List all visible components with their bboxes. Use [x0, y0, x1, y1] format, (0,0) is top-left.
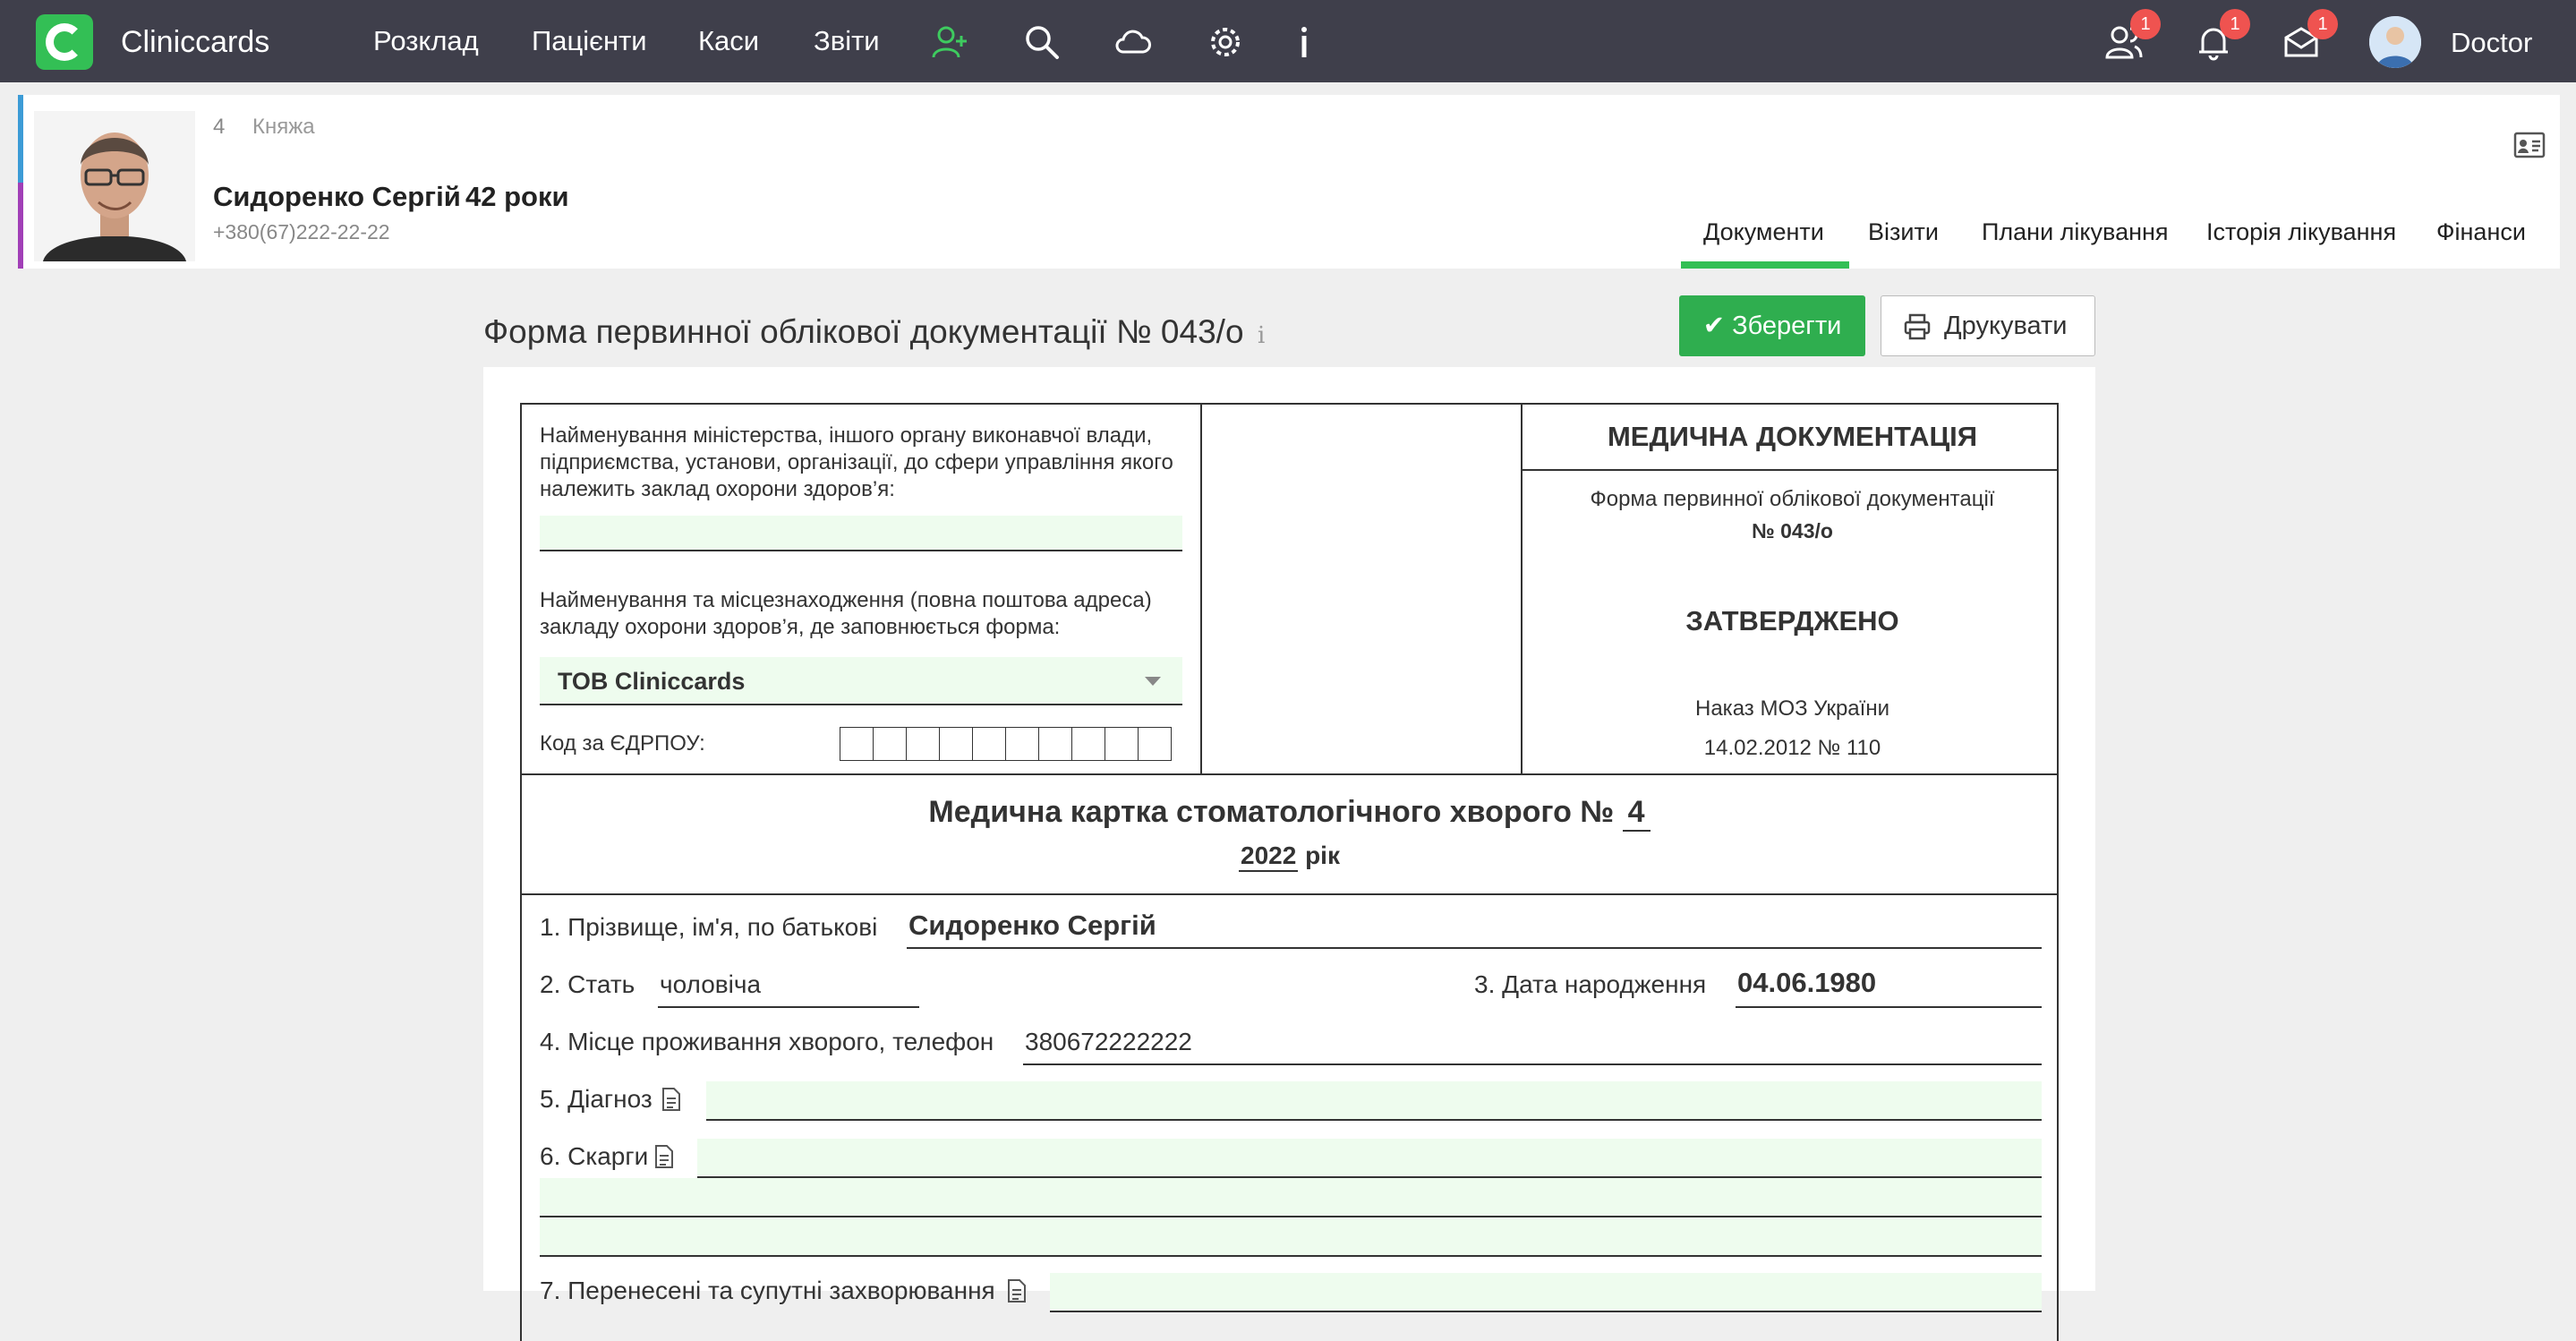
card-title-text: Медична картка стоматологічного хворого …	[928, 795, 1615, 829]
mail-icon[interactable]: 1	[2282, 9, 2338, 61]
patient-age: 42 роки	[465, 181, 569, 212]
patient-fields: 1. Прізвище, ім'я, по батькові Сидоренко…	[520, 893, 2059, 1341]
app-logo[interactable]	[36, 14, 93, 70]
medical-documentation-heading: МЕДИЧНА ДОКУМЕНТАЦІЯ	[1607, 421, 1977, 452]
save-button-label: Зберегти	[1732, 312, 1842, 340]
complaints-label: 6. Скарги	[540, 1142, 649, 1170]
tab-visits[interactable]: Візити	[1868, 218, 1939, 246]
tab-treatment-history[interactable]: Історія лікування	[2206, 218, 2396, 246]
menu-cash[interactable]: Каси	[698, 25, 759, 57]
document-icon[interactable]	[1007, 1278, 1027, 1303]
active-tab-indicator	[1681, 261, 1849, 269]
user-name[interactable]: Doctor	[2451, 27, 2532, 59]
complaints-input[interactable]	[697, 1139, 2042, 1178]
dob-value[interactable]: 04.06.1980	[1736, 967, 2042, 1008]
search-icon[interactable]	[1023, 23, 1061, 61]
document-header-table: Найменування міністерства, іншого органу…	[520, 403, 2059, 775]
gear-icon[interactable]	[1207, 23, 1244, 61]
right-form-line1: Форма первинної облікової документації	[1590, 487, 1995, 511]
chevron-down-icon	[1145, 677, 1161, 686]
diseases-input[interactable]	[1050, 1273, 2042, 1312]
save-button[interactable]: ✔ Зберегти	[1679, 295, 1865, 356]
patient-color-stripe	[18, 183, 23, 269]
diagnosis-input[interactable]	[706, 1081, 2042, 1121]
order-line2: 14.02.2012 № 110	[1703, 736, 1881, 760]
id-card-icon[interactable]	[2513, 131, 2546, 159]
tab-documents[interactable]: Документи	[1703, 218, 1824, 246]
card-number-value[interactable]: 4	[1622, 795, 1651, 832]
sex-label: 2. Стать	[540, 970, 635, 998]
app-name: Cliniccards	[121, 25, 270, 59]
bell-icon[interactable]: 1	[2195, 9, 2250, 61]
sex-value[interactable]: чоловіча	[658, 970, 919, 1008]
patient-header: 4 Княжа Сидоренко Сергій 42 роки +380(67…	[18, 95, 2560, 269]
menu-reports[interactable]: Звіти	[814, 25, 880, 57]
address-label: 4. Місце проживання хворого, телефон	[540, 1028, 994, 1055]
users-badge: 1	[2130, 9, 2161, 39]
card-year: 2022 рік	[522, 841, 2057, 872]
right-form-line2: № 043/о	[1752, 519, 1833, 542]
complaints-input-line3[interactable]	[540, 1217, 2042, 1257]
ministry-input[interactable]	[540, 516, 1182, 551]
print-button-label: Друкувати	[1944, 312, 2068, 340]
print-button[interactable]: Друкувати	[1881, 295, 2095, 356]
edrpou-label: Код за ЄДРПОУ:	[540, 731, 705, 756]
facility-select-value: ТОВ Cliniccards	[558, 668, 746, 695]
facility-select[interactable]: ТОВ Cliniccards	[540, 657, 1182, 705]
tab-finance[interactable]: Фінанси	[2436, 218, 2526, 246]
document-icon[interactable]	[661, 1087, 681, 1112]
address-value[interactable]: 380672222222	[1023, 1028, 2042, 1065]
dob-label: 3. Дата народження	[1474, 970, 1707, 998]
info-icon[interactable]	[1285, 23, 1323, 61]
order-line1: Наказ МОЗ України	[1695, 696, 1889, 721]
name-label: 1. Прізвище, ім'я, по батькові	[540, 913, 878, 941]
user-avatar[interactable]	[2369, 16, 2421, 68]
patient-name: Сидоренко Сергій	[213, 181, 461, 212]
card-title: Медична картка стоматологічного хворого …	[522, 795, 2057, 832]
patient-photo	[34, 111, 195, 261]
name-value[interactable]: Сидоренко Сергій	[907, 910, 2042, 949]
diagnosis-label: 5. Діагноз	[540, 1085, 653, 1113]
card-title-box: Медична картка стоматологічного хворого …	[520, 773, 2059, 895]
info-icon-small[interactable]: i	[1258, 322, 1265, 349]
card-year-suffix: рік	[1305, 841, 1340, 869]
cloud-icon[interactable]	[1114, 23, 1152, 61]
add-patient-icon[interactable]	[931, 23, 968, 61]
top-navbar: Cliniccards Розклад Пацієнти Каси Звіти …	[0, 0, 2576, 82]
patient-card-number: 4	[213, 115, 226, 139]
notifications-badge: 1	[2220, 9, 2250, 39]
form-title: Форма первинної облікової документації №…	[483, 313, 1244, 350]
menu-schedule[interactable]: Розклад	[373, 25, 479, 57]
edrpou-code-boxes[interactable]	[840, 727, 1182, 761]
messages-badge: 1	[2307, 9, 2338, 39]
facility-label: Найменування та місцезнаходження (повна …	[540, 588, 1152, 639]
diseases-label: 7. Перенесені та супутні захворювання	[540, 1277, 995, 1304]
printer-icon	[1904, 313, 1931, 340]
patient-city: Княжа	[252, 115, 315, 139]
patient-phone: +380(67)222-22-22	[213, 220, 390, 243]
complaints-input-line2[interactable]	[540, 1178, 2042, 1217]
document-icon[interactable]	[654, 1144, 674, 1169]
document-page: Найменування міністерства, іншого органу…	[483, 367, 2095, 1341]
card-year-value[interactable]: 2022	[1239, 841, 1299, 872]
ministry-label: Найменування міністерства, іншого органу…	[540, 423, 1173, 501]
users-icon[interactable]: 1	[2105, 9, 2161, 61]
check-icon: ✔	[1702, 312, 1725, 340]
approved-heading: ЗАТВЕРДЖЕНО	[1685, 605, 1899, 636]
tab-treatment-plans[interactable]: Плани лікування	[1982, 218, 2169, 246]
menu-patients[interactable]: Пацієнти	[532, 25, 647, 57]
